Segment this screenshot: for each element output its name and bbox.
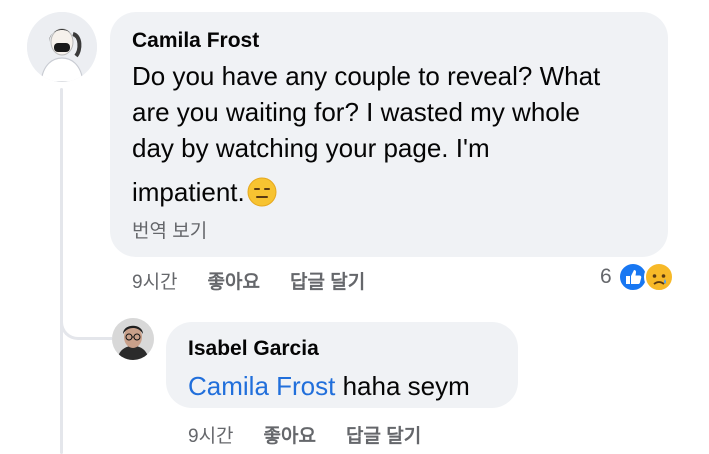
reply-button[interactable]: 답글 달기 — [290, 267, 365, 294]
see-translation-link[interactable]: 번역 보기 — [132, 216, 646, 243]
reply-author[interactable]: Isabel Garcia — [188, 336, 496, 362]
reply-text: Camila Frost haha seym — [188, 368, 496, 404]
camila-avatar-illustration — [27, 12, 97, 82]
like-button[interactable]: 좋아요 — [208, 267, 260, 294]
comment-line: are you waiting for? I wasted my whole — [132, 97, 580, 127]
sad-icon — [643, 262, 674, 292]
comment-line: impatient. — [132, 177, 245, 207]
reply-connector-curve — [60, 300, 112, 340]
avatar[interactable] — [27, 12, 97, 82]
comment-actions: 9시간 좋아요 답글 달기 — [132, 267, 365, 294]
comment-author[interactable]: Camila Frost — [132, 28, 646, 54]
thread-connector-line — [60, 88, 63, 454]
avatar[interactable] — [112, 318, 154, 360]
isabel-avatar-photo — [112, 318, 154, 360]
comment-line: Do you have any couple to reveal? What — [132, 61, 601, 91]
mention-link[interactable]: Camila Frost — [188, 371, 335, 401]
comment-timestamp[interactable]: 9시간 — [132, 267, 178, 294]
expressionless-face-icon — [247, 177, 277, 207]
comment-text: Do you have any couple to reveal? What a… — [132, 58, 646, 210]
reaction-count: 6 — [600, 265, 612, 288]
reply-bubble: Isabel Garcia Camila Frost haha seym — [166, 322, 518, 408]
comment-line: day by watching your page. I'm — [132, 133, 490, 163]
comment-bubble: Camila Frost Do you have any couple to r… — [110, 12, 668, 257]
like-button[interactable]: 좋아요 — [264, 421, 316, 448]
reply-button[interactable]: 답글 달기 — [346, 421, 421, 448]
reaction-summary[interactable]: 6 — [600, 262, 674, 292]
reply-actions: 9시간 좋아요 답글 달기 — [188, 421, 421, 448]
reply-timestamp[interactable]: 9시간 — [188, 421, 234, 448]
reply-text-body: haha seym — [335, 371, 470, 401]
